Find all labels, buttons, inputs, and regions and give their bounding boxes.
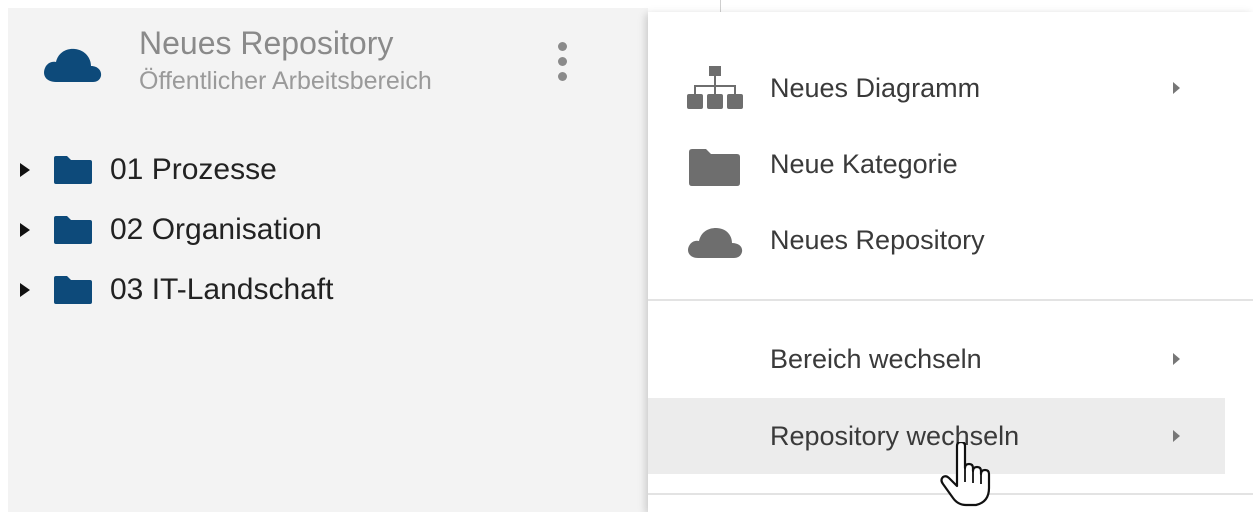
menu-item-label: Bereich wechseln (770, 344, 982, 374)
tree-item-label: 01 Prozesse (110, 153, 277, 186)
repository-title: Neues Repository (139, 25, 394, 61)
menu-divider (648, 299, 1253, 301)
tree-item[interactable]: 02 Organisation (18, 210, 418, 250)
tree-item[interactable]: 01 Prozesse (18, 150, 418, 190)
cloud-icon (44, 48, 102, 82)
folder-icon (54, 216, 92, 244)
menu-item-label: Neues Repository (770, 225, 985, 255)
hand-pointer-icon (940, 442, 991, 507)
tree-item-label: 02 Organisation (110, 213, 322, 246)
cloud-icon (688, 228, 743, 258)
menu-item-switch-area[interactable]: Bereich wechseln (648, 321, 1225, 397)
menu-item-new-diagram[interactable]: Neues Diagramm (648, 50, 1225, 126)
menu-item-label: Neues Diagramm (770, 73, 981, 103)
repository-subtitle: Öffentlicher Arbeitsbereich (139, 67, 432, 95)
repository-sidebar: Neues Repository Öffentlicher Arbeitsber… (8, 8, 648, 512)
caret-right-icon[interactable] (18, 162, 32, 178)
menu-item-label: Neue Kategorie (770, 149, 958, 179)
folder-icon (689, 149, 740, 186)
menu-item-switch-repository[interactable]: Repository wechseln (648, 398, 1225, 474)
caret-right-icon[interactable] (18, 282, 32, 298)
sitemap-icon (687, 66, 743, 109)
divider (720, 0, 721, 12)
tree-item-label: 03 IT-Landschaft (110, 273, 334, 306)
more-options-icon[interactable] (551, 40, 573, 84)
submenu-arrow-icon (1173, 82, 1180, 94)
menu-item-new-repository[interactable]: Neues Repository (648, 202, 1225, 278)
folder-icon (54, 156, 92, 184)
menu-item-new-category[interactable]: Neue Kategorie (648, 126, 1225, 202)
folder-icon (54, 276, 92, 304)
caret-right-icon[interactable] (18, 222, 32, 238)
context-menu: Neues Diagramm Neue Kategorie Neues Repo… (648, 12, 1253, 512)
submenu-arrow-icon (1173, 353, 1180, 365)
tree-item[interactable]: 03 IT-Landschaft (18, 270, 418, 310)
submenu-arrow-icon (1173, 430, 1180, 442)
